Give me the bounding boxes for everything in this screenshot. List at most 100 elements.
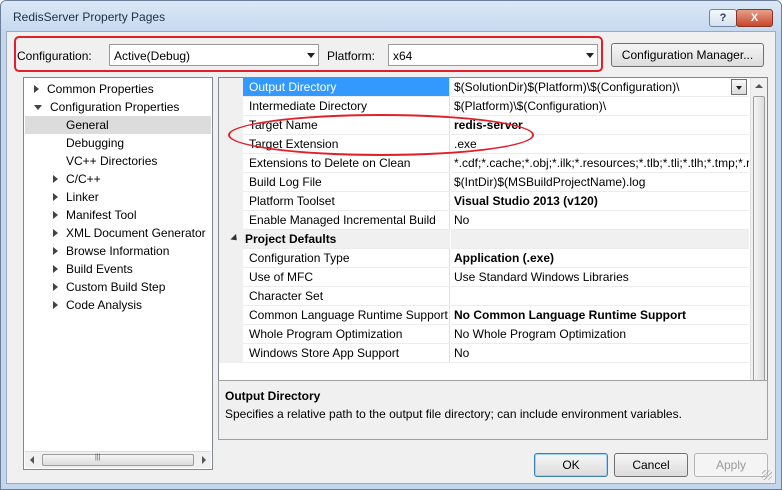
cancel-button[interactable]: Cancel (614, 453, 688, 477)
expand-closed-icon[interactable] (53, 247, 58, 255)
ok-button[interactable]: OK (534, 453, 608, 477)
property-row[interactable]: Intermediate Directory $(Platform)\$(Conf… (219, 97, 749, 116)
tree-item[interactable]: XML Document Generator (53, 224, 206, 242)
scroll-thumb[interactable] (42, 454, 194, 466)
property-value[interactable]: No (451, 211, 749, 230)
tree-item[interactable]: Custom Build Step (53, 278, 165, 296)
row-gutter (219, 78, 243, 97)
property-value[interactable]: $(IntDir)$(MSBuildProjectName).log (451, 173, 749, 192)
expand-closed-icon[interactable] (53, 211, 58, 219)
tree-item[interactable]: Browse Information (53, 242, 169, 260)
row-gutter (219, 268, 243, 287)
property-value[interactable]: *.cdf;*.cache;*.obj;*.ilk;*.resources;*.… (451, 154, 749, 173)
tree-item-label: VC++ Directories (66, 154, 158, 168)
resize-grip-icon[interactable] (762, 470, 772, 480)
property-value[interactable]: $(Platform)\$(Configuration)\ (451, 97, 749, 116)
expand-closed-icon[interactable] (53, 283, 58, 291)
property-name: Extensions to Delete on Clean (243, 154, 450, 173)
property-value[interactable]: $(SolutionDir)$(Platform)\$(Configuratio… (451, 78, 749, 97)
property-pages-window: RedisServer Property Pages ? X Configura… (0, 0, 782, 490)
property-value[interactable] (451, 230, 749, 249)
property-value-text: No Common Language Runtime Support (454, 308, 686, 322)
tree-item-label: XML Document Generator (66, 226, 206, 240)
collapse-icon[interactable] (230, 233, 240, 244)
tree-item-label: Custom Build Step (66, 280, 166, 294)
row-gutter (219, 173, 243, 192)
property-row[interactable]: Whole Program Optimization No Whole Progr… (219, 325, 749, 344)
configuration-manager-button[interactable]: Configuration Manager... (611, 43, 764, 67)
property-value-text: Application (.exe) (454, 251, 555, 265)
description-title: Output Directory (225, 389, 321, 403)
property-value[interactable]: No Common Language Runtime Support (451, 306, 749, 325)
property-row[interactable]: Common Language Runtime Support No Common… (219, 306, 749, 325)
expand-closed-icon[interactable] (53, 265, 58, 273)
window-title: RedisServer Property Pages (13, 10, 166, 24)
expand-closed-icon[interactable] (53, 175, 58, 183)
property-value-text: *.cdf;*.cache;*.obj;*.ilk;*.resources;*.… (454, 156, 749, 170)
row-gutter (219, 230, 243, 249)
tree-item[interactable]: C/C++ (53, 170, 101, 188)
property-row[interactable]: Character Set (219, 287, 749, 306)
expand-closed-icon[interactable] (53, 229, 58, 237)
row-gutter (219, 154, 243, 173)
property-name: Intermediate Directory (243, 97, 450, 116)
tree-item[interactable]: Configuration Properties (34, 98, 179, 116)
property-value[interactable]: Visual Studio 2013 (v120) (451, 192, 749, 211)
row-gutter (219, 325, 243, 344)
row-gutter (219, 306, 243, 325)
property-row[interactable]: Use of MFC Use Standard Windows Libraries (219, 268, 749, 287)
property-row[interactable]: Build Log File $(IntDir)$(MSBuildProjectN… (219, 173, 749, 192)
expand-closed-icon[interactable] (53, 193, 58, 201)
tree-item-label: Build Events (66, 262, 133, 276)
property-row[interactable]: Windows Store App Support No (219, 344, 749, 363)
row-gutter (219, 249, 243, 268)
tree-item-label: General (66, 118, 109, 132)
property-row[interactable]: Extensions to Delete on Clean *.cdf;*.cac… (219, 154, 749, 173)
scroll-left-icon[interactable] (30, 456, 34, 464)
property-name: Project Defaults (243, 230, 450, 249)
property-value[interactable] (451, 287, 749, 306)
close-icon: X (750, 12, 759, 24)
close-button[interactable]: X (736, 9, 773, 27)
tree-item-label: Common Properties (47, 82, 154, 96)
dialog-client-area: Configuration: Active(Debug) Platform: x… (6, 31, 776, 484)
expand-open-icon[interactable] (34, 104, 42, 110)
chevron-down-icon[interactable] (731, 79, 747, 95)
help-button[interactable]: ? (709, 9, 737, 27)
highlight-ellipse-annotation (228, 114, 534, 156)
tree-item[interactable]: General (25, 116, 211, 134)
scroll-right-icon[interactable] (202, 456, 206, 464)
property-name: Output Directory (243, 78, 450, 97)
apply-button[interactable]: Apply (694, 453, 768, 477)
expand-closed-icon[interactable] (53, 301, 58, 309)
tree-item[interactable]: VC++ Directories (53, 152, 157, 170)
property-value[interactable]: No Whole Program Optimization (451, 325, 749, 344)
tree-horizontal-scrollbar[interactable]: ||| (25, 451, 211, 468)
tree-item[interactable]: Code Analysis (53, 296, 142, 314)
property-value[interactable]: Use Standard Windows Libraries (451, 268, 749, 287)
property-row[interactable]: Enable Managed Incremental Build No (219, 211, 749, 230)
grid-vertical-scrollbar[interactable] (750, 78, 767, 406)
tree-item[interactable]: Common Properties (34, 80, 154, 98)
property-row[interactable]: Output Directory $(SolutionDir)$(Platform… (219, 78, 749, 97)
tree-item[interactable]: Build Events (53, 260, 133, 278)
expand-closed-icon[interactable] (34, 85, 39, 93)
tree-item[interactable]: Debugging (53, 134, 124, 152)
property-value-text: $(Platform)\$(Configuration)\ (454, 99, 607, 113)
row-gutter (219, 344, 243, 363)
property-row[interactable]: Platform Toolset Visual Studio 2013 (v120… (219, 192, 749, 211)
scroll-up-icon[interactable] (755, 84, 763, 88)
tree-item[interactable]: Manifest Tool (53, 206, 136, 224)
property-value[interactable]: No (451, 344, 749, 363)
scroll-thumb[interactable] (753, 96, 765, 388)
row-gutter (219, 211, 243, 230)
property-value[interactable]: Application (.exe) (451, 249, 749, 268)
tree-item[interactable]: Linker (53, 188, 99, 206)
property-category-row[interactable]: Project Defaults (219, 230, 749, 249)
tree-item-label: Code Analysis (66, 298, 143, 312)
property-name: Whole Program Optimization (243, 325, 450, 344)
category-tree[interactable]: ||| Common Properties Configuration Prope… (23, 77, 213, 470)
property-row[interactable]: Configuration Type Application (.exe) (219, 249, 749, 268)
property-value-text: Visual Studio 2013 (v120) (454, 194, 598, 208)
property-name: Platform Toolset (243, 192, 450, 211)
